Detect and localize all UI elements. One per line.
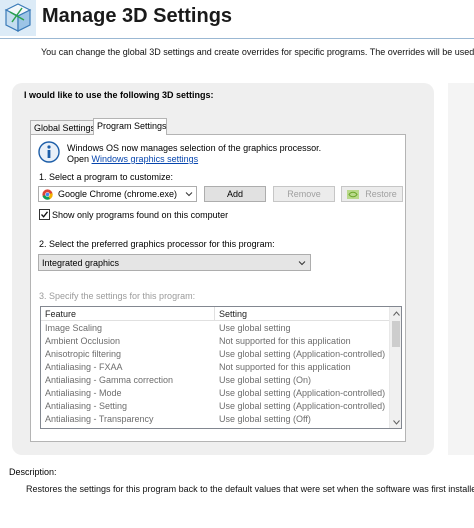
setting-cell: Not supported for this application: [219, 336, 351, 346]
table-rows: Image Scaling Use global setting Ambient …: [41, 322, 389, 426]
scroll-down-icon[interactable]: [390, 416, 401, 428]
nvidia-restore-icon: [347, 189, 360, 199]
info-icon: [38, 141, 60, 163]
step2-label: 2. Select the preferred graphics process…: [39, 239, 275, 249]
program-select[interactable]: Google Chrome (chrome.exe): [38, 186, 197, 202]
table-row[interactable]: Antialiasing - Transparency Use global se…: [41, 413, 389, 426]
restore-button-label: Restore: [365, 189, 397, 199]
setting-cell: Not supported for this application: [219, 362, 351, 372]
table-row[interactable]: Ambient Occlusion Not supported for this …: [41, 335, 389, 348]
table-scrollbar[interactable]: [389, 307, 401, 428]
page-title: Manage 3D Settings: [42, 5, 233, 27]
checkmark-icon: [41, 211, 49, 218]
chrome-icon: [42, 188, 53, 200]
show-only-found-label[interactable]: Show only programs found on this compute…: [52, 210, 228, 220]
tab-program-settings[interactable]: Program Settings: [93, 118, 167, 135]
table-row[interactable]: Anisotropic filtering Use global setting …: [41, 348, 389, 361]
feature-cell: Antialiasing - Mode: [45, 388, 122, 398]
table-header: Feature Setting: [41, 307, 391, 321]
feature-cell: Antialiasing - Setting: [45, 401, 128, 411]
feature-cell: Ambient Occlusion: [45, 336, 121, 346]
show-only-found-checkbox[interactable]: [39, 209, 50, 220]
description-text: Restores the settings for this program b…: [26, 484, 474, 494]
settings-table: Feature Setting Image Scaling Use global …: [40, 306, 402, 429]
info-open-label: Open: [67, 154, 90, 164]
graphics-processor-select[interactable]: Integrated graphics: [38, 254, 311, 271]
panel-edge: [448, 83, 474, 455]
column-header-feature[interactable]: Feature: [45, 309, 76, 319]
chevron-down-icon: [298, 261, 306, 266]
column-header-setting[interactable]: Setting: [219, 309, 247, 319]
scrollbar-thumb[interactable]: [392, 321, 400, 347]
add-button[interactable]: Add: [204, 186, 266, 202]
windows-graphics-settings-link[interactable]: Windows graphics settings: [92, 154, 199, 164]
table-row[interactable]: Antialiasing - Mode Use global setting (A…: [41, 387, 389, 400]
page-description: You can change the global 3D settings an…: [41, 47, 474, 57]
tab-global-settings[interactable]: Global Settings: [30, 120, 95, 135]
table-row[interactable]: Image Scaling Use global setting: [41, 322, 389, 335]
column-separator: [214, 307, 215, 321]
feature-cell: Image Scaling: [45, 323, 103, 333]
setting-cell: Use global setting (Off): [219, 414, 311, 424]
restore-button[interactable]: Restore: [341, 186, 403, 202]
setting-cell: Use global setting (Application-controll…: [219, 401, 386, 411]
table-row[interactable]: Antialiasing - Setting Use global setting…: [41, 400, 389, 413]
remove-button[interactable]: Remove: [273, 186, 335, 202]
description-label: Description:: [9, 467, 57, 477]
program-select-value: Google Chrome (chrome.exe): [58, 189, 178, 199]
panel-heading: I would like to use the following 3D set…: [24, 90, 214, 100]
info-line: Windows OS now manages selection of the …: [67, 143, 322, 153]
feature-cell: Antialiasing - Gamma correction: [45, 375, 174, 385]
setting-cell: Use global setting (On): [219, 375, 312, 385]
setting-cell: Use global setting: [219, 323, 291, 333]
info-open-line: Open Windows graphics settings: [67, 154, 321, 165]
setting-cell: Use global setting (Application-controll…: [219, 388, 386, 398]
step1-label: 1. Select a program to customize:: [39, 172, 174, 182]
step3-label: 3. Specify the settings for this program…: [39, 291, 196, 301]
table-row[interactable]: Antialiasing - Gamma correction Use globa…: [41, 374, 389, 387]
manage-3d-settings-page: Manage 3D Settings You can change the gl…: [0, 0, 474, 528]
feature-cell: Antialiasing - FXAA: [45, 362, 123, 372]
graphics-processor-value: Integrated graphics: [42, 257, 120, 268]
table-row[interactable]: Antialiasing - FXAA Not supported for thi…: [41, 361, 389, 374]
header-divider: [0, 38, 474, 39]
scroll-up-icon[interactable]: [390, 307, 401, 319]
3d-settings-icon: [0, 0, 36, 36]
feature-cell: Anisotropic filtering: [45, 349, 122, 359]
chevron-down-icon: [185, 192, 193, 197]
info-message: Windows OS now manages selection of the …: [67, 143, 321, 165]
feature-cell: Antialiasing - Transparency: [45, 414, 154, 424]
setting-cell: Use global setting (Application-controll…: [219, 349, 386, 359]
